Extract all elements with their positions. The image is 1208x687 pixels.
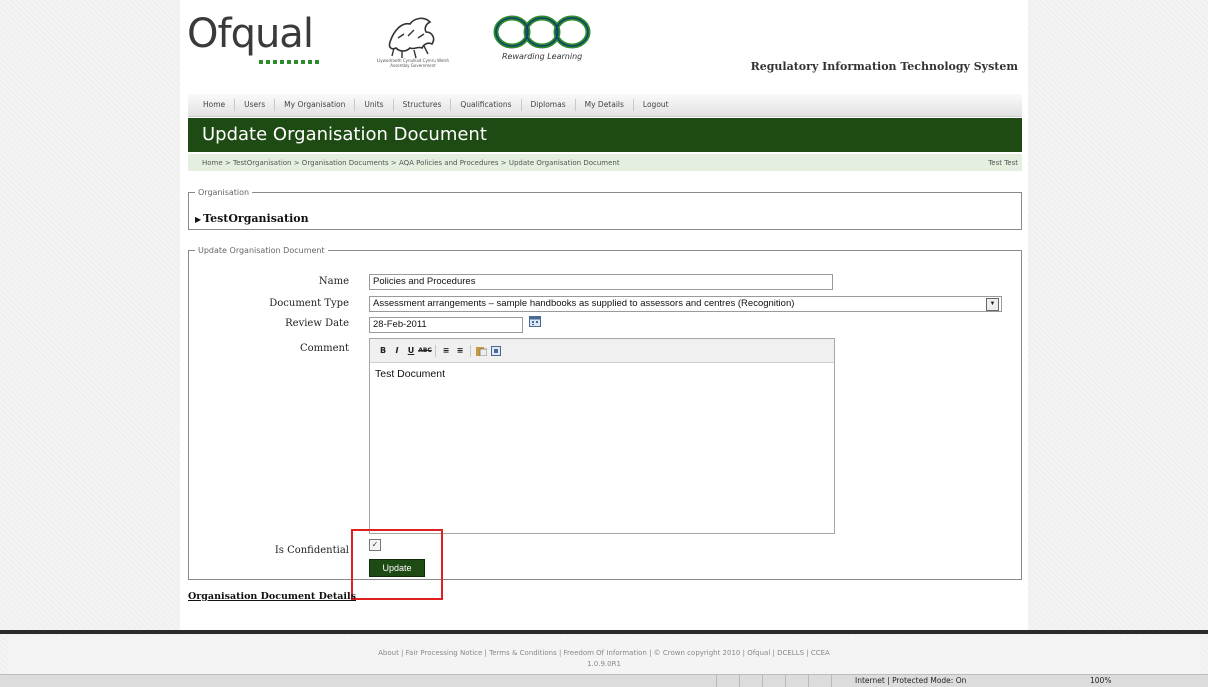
main-nav: Home Users My Organisation Units Structu… <box>188 94 1022 117</box>
review-date-input[interactable]: 28-Feb-2011 <box>369 317 523 333</box>
page-container: Ofqual Llywodraeth Cynulliad Cymru Welsh… <box>180 0 1028 634</box>
comment-editor: B I U ABC ≡ ≡ Test Document <box>369 338 835 534</box>
nav-logout[interactable]: Logout <box>634 99 678 111</box>
is-confidential-checkbox[interactable]: ✓ <box>369 539 381 551</box>
footer-divider <box>0 630 1208 634</box>
page-title-bar: Update Organisation Document <box>188 118 1022 152</box>
footer: About | Fair Processing Notice | Terms &… <box>8 636 1200 674</box>
organisation-document-details-link[interactable]: Organisation Document Details <box>188 591 356 602</box>
strikethrough-icon[interactable]: ABC <box>418 347 432 354</box>
zoom-level[interactable]: 100% <box>1090 676 1111 685</box>
toolbar-separator <box>470 344 471 357</box>
welsh-government-text: Llywodraeth Cynulliad Cymru Welsh Assemb… <box>376 58 450 68</box>
organisation-legend: Organisation <box>198 188 250 197</box>
update-document-fieldset: Update Organisation Document Name Polici… <box>188 246 1022 580</box>
comment-label: Comment <box>299 343 349 354</box>
current-user: Test Test <box>988 159 1018 167</box>
document-type-label: Document Type <box>269 298 349 309</box>
document-type-value: Assessment arrangements – sample handboo… <box>373 298 795 309</box>
ofqual-logo-dots <box>259 60 321 64</box>
ofqual-logo: Ofqual <box>187 11 314 57</box>
footer-links[interactable]: About | Fair Processing Notice | Terms &… <box>8 636 1200 659</box>
system-title: Regulatory Information Technology System <box>750 60 1018 73</box>
italic-icon[interactable]: I <box>390 346 404 355</box>
toolbar-separator <box>435 344 436 357</box>
name-input[interactable]: Policies and Procedures <box>369 274 833 290</box>
footer-version: 1.0.9.0R1 <box>587 660 621 668</box>
editor-toolbar: B I U ABC ≡ ≡ <box>370 339 834 363</box>
update-button[interactable]: Update <box>369 559 425 577</box>
ccea-logo <box>493 15 591 49</box>
name-label: Name <box>318 276 349 287</box>
is-confidential-label: Is Confidential <box>274 545 349 556</box>
comment-content[interactable]: Test Document <box>370 363 834 385</box>
nav-qualifications[interactable]: Qualifications <box>451 99 522 111</box>
underline-icon[interactable]: U <box>404 346 418 355</box>
document-type-select[interactable]: Assessment arrangements – sample handboo… <box>369 296 1002 312</box>
breadcrumb[interactable]: Home > TestOrganisation > Organisation D… <box>202 159 620 167</box>
dropdown-arrow-icon[interactable]: ▼ <box>986 298 999 311</box>
bullet-list-icon[interactable]: ≡ <box>439 346 453 355</box>
numbered-list-icon[interactable]: ≡ <box>453 346 467 355</box>
organisation-name: TestOrganisation <box>203 212 309 225</box>
status-cells <box>716 675 854 687</box>
nav-users[interactable]: Users <box>235 99 276 111</box>
nav-my-organisation[interactable]: My Organisation <box>275 99 356 111</box>
nav-diplomas[interactable]: Diplomas <box>522 99 576 111</box>
organisation-name-toggle[interactable]: ▶ TestOrganisation <box>195 212 309 225</box>
calendar-icon[interactable] <box>529 315 541 327</box>
nav-structures[interactable]: Structures <box>394 99 452 111</box>
update-document-legend: Update Organisation Document <box>198 246 325 255</box>
expand-triangle-icon: ▶ <box>195 214 202 224</box>
review-date-label: Review Date <box>285 318 349 329</box>
breadcrumb-bar: Home > TestOrganisation > Organisation D… <box>188 154 1022 171</box>
nav-my-details[interactable]: My Details <box>576 99 634 111</box>
paste-icon[interactable] <box>475 345 487 356</box>
ccea-tagline: Rewarding Learning <box>502 52 583 61</box>
nav-home[interactable]: Home <box>194 99 236 111</box>
source-view-icon[interactable] <box>491 345 501 356</box>
protected-mode-status[interactable]: Internet | Protected Mode: On <box>855 676 966 685</box>
organisation-fieldset: Organisation ▶ TestOrganisation <box>188 188 1022 230</box>
nav-units[interactable]: Units <box>355 99 394 111</box>
bold-icon[interactable]: B <box>376 346 390 355</box>
browser-status-bar: Internet | Protected Mode: On 100% <box>0 674 1208 687</box>
page-title: Update Organisation Document <box>202 124 487 145</box>
